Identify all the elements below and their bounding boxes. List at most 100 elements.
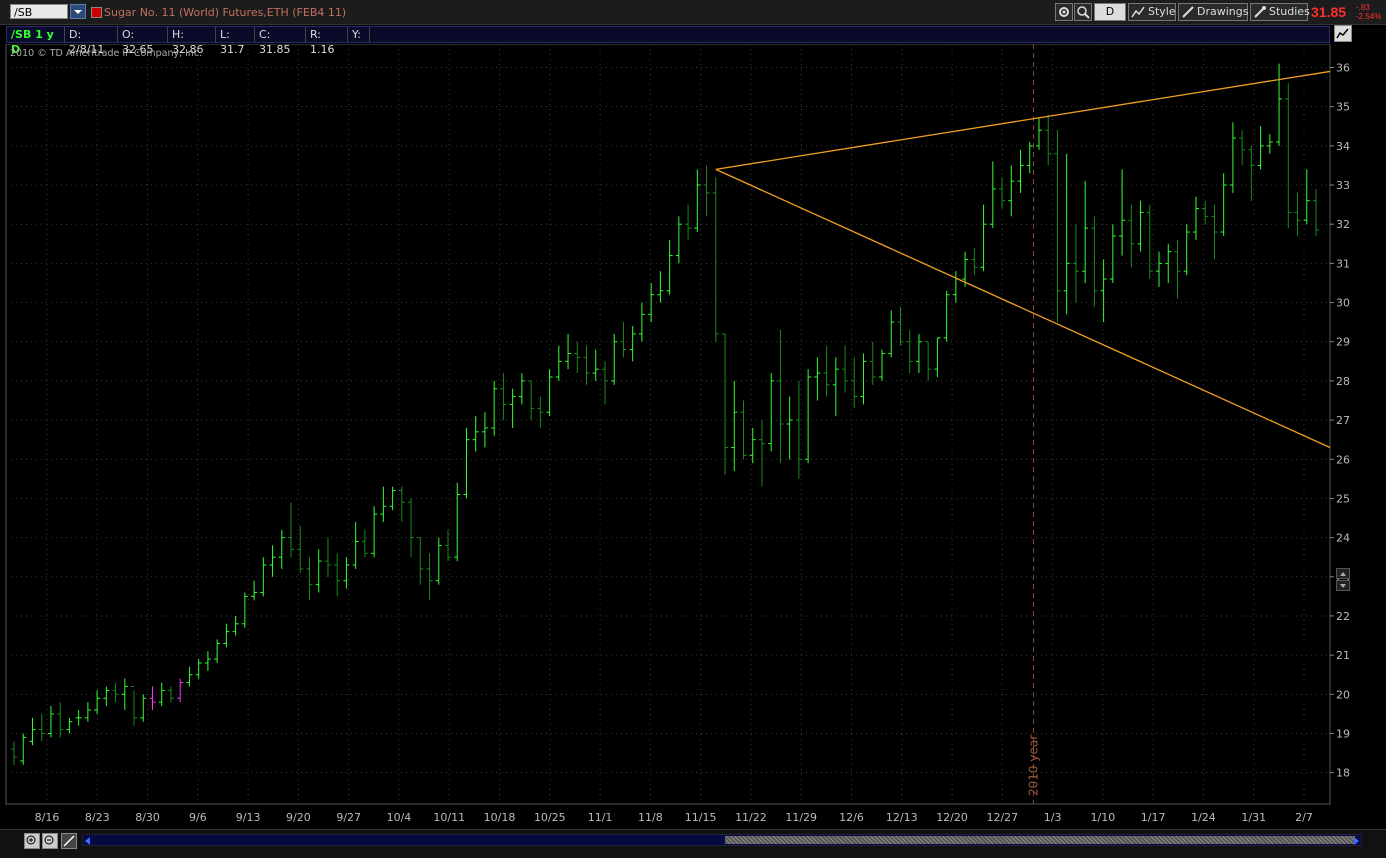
- x-tick-label: 8/16: [35, 811, 60, 824]
- y-tick-label: 36: [1336, 62, 1350, 75]
- x-tick-label: 9/6: [189, 811, 207, 824]
- ohlc-bar: [879, 349, 885, 381]
- style-button[interactable]: Style: [1128, 3, 1176, 21]
- ohlc-bar: [1313, 188, 1319, 236]
- ohlc-bar: [758, 420, 765, 487]
- zoom-out-button[interactable]: [42, 833, 58, 849]
- zoom-in-button[interactable]: [24, 833, 40, 849]
- ohlc-bar: [1165, 243, 1172, 283]
- price-chart[interactable]: 2010 year 181920212223242526272829303132…: [0, 44, 1386, 829]
- magnifier-icon: [1077, 6, 1090, 19]
- ohlc-bar: [204, 651, 211, 671]
- scroll-right-icon[interactable]: [1354, 837, 1359, 845]
- ohlc-bar: [685, 204, 692, 240]
- ohlc-bar: [445, 529, 451, 562]
- scale-down-button[interactable]: [1336, 580, 1350, 591]
- chart-settings-button[interactable]: [1334, 25, 1352, 42]
- x-tick-label: 11/1: [588, 811, 613, 824]
- scroll-left-icon[interactable]: [85, 837, 90, 845]
- ohlc-bar: [989, 161, 996, 229]
- y-tick-label: 35: [1336, 101, 1350, 114]
- ohlc-bar: [1229, 122, 1236, 193]
- ohlc-bar: [481, 412, 488, 448]
- info-low: L: 31.7: [216, 27, 255, 56]
- ohlc-bar: [241, 592, 248, 628]
- scrollbar-thumb[interactable]: [725, 836, 1355, 844]
- ohlc-bar: [232, 615, 239, 636]
- ohlc-bar: [537, 396, 544, 428]
- y-tick-label: 32: [1336, 218, 1350, 231]
- x-tick-label: 11/15: [685, 811, 717, 824]
- ohlc-bar: [297, 525, 304, 573]
- y-tick-label: 20: [1336, 688, 1350, 701]
- ohlc-bar: [999, 177, 1006, 209]
- ohlc-bar: [851, 357, 858, 409]
- ohlc-bar: [131, 685, 138, 726]
- ohlc-bar: [186, 666, 193, 687]
- scale-up-button[interactable]: [1336, 568, 1350, 579]
- ohlc-bar: [1257, 126, 1264, 170]
- ohlc-bar: [1220, 173, 1227, 236]
- ohlc-bar: [768, 373, 775, 452]
- x-tick-label: 12/13: [886, 811, 918, 824]
- ohlc-bar: [352, 521, 359, 569]
- studies-label: Studies: [1269, 5, 1310, 18]
- x-tick-label: 8/30: [135, 811, 160, 824]
- ohlc-bar: [47, 706, 54, 738]
- search-tool-button[interactable]: [1074, 3, 1092, 21]
- y-tick-label: 26: [1336, 453, 1350, 466]
- ohlc-bar: [675, 216, 682, 264]
- ohlc-bar: [1156, 251, 1163, 287]
- ohlc-bar: [842, 345, 849, 393]
- ohlc-bar: [398, 486, 405, 522]
- ohlc-bar: [371, 506, 378, 558]
- ohlc-bar: [1174, 239, 1181, 299]
- ohlc-bar: [223, 623, 230, 648]
- ohlc-bar: [1146, 204, 1153, 280]
- x-tick-label: 8/23: [85, 811, 110, 824]
- settings-button[interactable]: [1055, 3, 1073, 21]
- draw-line-button[interactable]: [61, 833, 77, 849]
- ohlc-bar: [611, 333, 618, 385]
- symbol-description: Sugar No. 11 (World) Futures,ETH (FEB4 1…: [104, 6, 347, 19]
- ohlc-bar: [103, 686, 110, 707]
- ohlc-bar: [1045, 114, 1052, 166]
- ohlc-bar: [1091, 216, 1098, 307]
- symbol-input[interactable]: /SB: [10, 4, 68, 19]
- pencil-icon: [1182, 6, 1194, 18]
- ohlc-bar: [814, 357, 821, 401]
- bottom-toolbar: [0, 829, 1386, 858]
- symbol-dropdown-button[interactable]: [70, 4, 86, 19]
- ohlc-bar: [251, 580, 258, 601]
- time-scrollbar[interactable]: [82, 834, 1362, 846]
- ohlc-bar: [149, 686, 156, 710]
- studies-button[interactable]: Studies: [1250, 3, 1310, 21]
- info-y: Y:: [348, 27, 370, 42]
- ohlc-bar: [1285, 83, 1292, 229]
- ohlc-bar: [1137, 200, 1144, 252]
- ohlc-bar: [380, 486, 387, 522]
- ohlc-bar: [57, 702, 64, 738]
- info-high: H: 32.86: [168, 27, 216, 56]
- ohlc-bar: [84, 702, 91, 722]
- ohlc-bar: [823, 345, 830, 397]
- x-tick-label: 1/17: [1141, 811, 1166, 824]
- ohlc-bar: [712, 177, 719, 342]
- ohlc-bar: [565, 333, 572, 370]
- drawings-button[interactable]: Drawings: [1178, 3, 1248, 21]
- trendline[interactable]: [715, 70, 1331, 171]
- y-tick-label: 27: [1336, 414, 1350, 427]
- y-tick-label: 25: [1336, 492, 1350, 505]
- ohlc-bars: [11, 63, 1319, 765]
- ohlc-bar: [1100, 259, 1107, 323]
- info-date: D: 2/8/11: [65, 27, 118, 56]
- flag-icon[interactable]: [91, 7, 102, 18]
- ohlc-info-bar: /SB 1 y D D: 2/8/11 O: 32.65 H: 32.86 L:…: [6, 26, 1330, 56]
- price-change: -.83: [1356, 3, 1370, 12]
- ohlc-bar: [1035, 118, 1042, 150]
- period-button[interactable]: D: [1094, 3, 1126, 21]
- ohlc-bar: [334, 553, 341, 597]
- x-tick-label: 9/27: [336, 811, 361, 824]
- ohlc-bar: [666, 239, 673, 295]
- y-tick-label: 30: [1336, 297, 1350, 310]
